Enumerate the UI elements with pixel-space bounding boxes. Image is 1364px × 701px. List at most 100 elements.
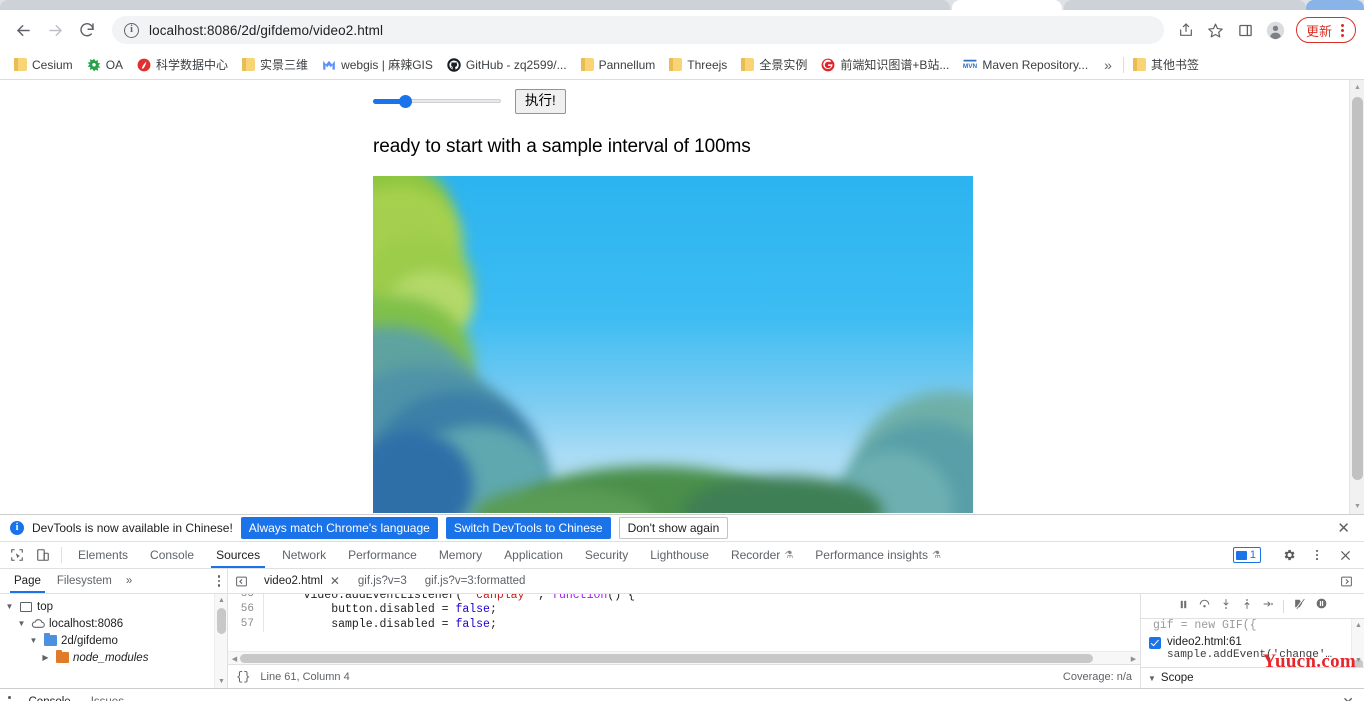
navigator-tab-filesystem[interactable]: Filesystem <box>49 569 120 593</box>
bookmark-github[interactable]: GitHub - zq2599/... <box>440 55 574 75</box>
tab-ghost[interactable] <box>0 0 950 10</box>
gear-icon[interactable] <box>1276 548 1302 562</box>
scroll-down-arrow[interactable]: ▼ <box>1350 499 1364 514</box>
page-info-icon[interactable]: i <box>124 22 139 38</box>
page-scrollbar[interactable]: ▲ ▼ <box>1349 80 1364 514</box>
step-icon[interactable] <box>1262 597 1274 615</box>
code-horizontal-scrollbar[interactable]: ◀ ▶ <box>228 651 1140 664</box>
tree-item-top[interactable]: ▼ top <box>0 598 227 615</box>
scroll-down-arrow[interactable]: ▼ <box>1352 654 1364 667</box>
tree-item-2d-gifdemo[interactable]: ▼ 2d/gifdemo <box>0 632 227 649</box>
bookmark-frontend-graph[interactable]: 前端知识图谱+B站... <box>814 53 956 76</box>
bookmark-webgis[interactable]: webgis | 麻辣GIS <box>315 53 440 76</box>
three-dot-menu-icon[interactable] <box>1333 21 1351 39</box>
scroll-up-arrow[interactable]: ▲ <box>215 594 227 607</box>
tab-performance-insights[interactable]: Performance insights ⚗ <box>804 542 952 568</box>
expand-arrow-icon[interactable]: ▼ <box>28 636 39 645</box>
tab-application[interactable]: Application <box>493 542 574 568</box>
bookmark-pannellum[interactable]: Pannellum <box>574 55 663 75</box>
navigator-more-options-icon[interactable] <box>211 569 228 593</box>
star-icon[interactable] <box>1202 16 1230 44</box>
step-out-icon[interactable] <box>1241 597 1253 615</box>
file-tree-scrollbar[interactable]: ▲ ▼ <box>214 594 227 688</box>
address-bar[interactable]: i localhost:8086/2d/gifdemo/video2.html <box>112 16 1164 44</box>
inspect-element-icon[interactable] <box>4 542 30 568</box>
show-debugger-icon[interactable] <box>1333 575 1360 588</box>
tree-item-localhost[interactable]: ▼ localhost:8086 <box>0 615 227 632</box>
code-lines[interactable]: 55 video.addEventListener( 'canplay' , f… <box>228 594 1140 651</box>
editor-tab-gifjs[interactable]: gif.js?v=3 <box>349 569 416 593</box>
drawer-tab-issues[interactable]: Issues <box>81 689 134 701</box>
bookmark-cesium[interactable]: Cesium <box>7 55 80 75</box>
tab-recorder[interactable]: Recorder ⚗ <box>720 542 804 568</box>
drawer-close-icon[interactable]: ✕ <box>1332 689 1364 701</box>
bookmarks-overflow-button[interactable]: » <box>1095 57 1121 73</box>
bookmark-oa[interactable]: OA <box>80 55 130 75</box>
tab-active-ghost[interactable] <box>952 0 1062 10</box>
deactivate-breakpoints-icon[interactable] <box>1293 597 1306 615</box>
tab-security[interactable]: Security <box>574 542 639 568</box>
pause-icon[interactable] <box>1178 597 1189 615</box>
code-editor[interactable]: 55 video.addEventListener( 'canplay' , f… <box>228 594 1140 688</box>
pause-on-exceptions-icon[interactable] <box>1315 597 1328 615</box>
bookmark-threejs[interactable]: Threejs <box>662 55 734 75</box>
scrollbar-thumb[interactable] <box>240 654 1093 663</box>
scroll-down-arrow[interactable]: ▼ <box>215 675 227 688</box>
step-over-icon[interactable] <box>1198 597 1211 615</box>
forward-button[interactable] <box>40 15 70 45</box>
tab-ghost-2[interactable] <box>1064 0 1306 10</box>
tab-performance[interactable]: Performance <box>337 542 428 568</box>
tree-item-node-modules[interactable]: ▶ node_modules <box>0 649 227 666</box>
tab-elements[interactable]: Elements <box>67 542 139 568</box>
drawer-tab-console[interactable]: Console <box>19 689 81 701</box>
slider-thumb[interactable] <box>399 95 412 109</box>
device-toolbar-icon[interactable] <box>30 542 56 568</box>
sample-interval-slider[interactable] <box>373 93 501 109</box>
tab-lighthouse[interactable]: Lighthouse <box>639 542 720 568</box>
editor-tab-video2-html[interactable]: video2.html ✕ <box>255 569 349 593</box>
expand-arrow-icon[interactable]: ▼ <box>16 619 27 628</box>
share-icon[interactable] <box>1172 16 1200 44</box>
scroll-right-arrow[interactable]: ▶ <box>1127 652 1140 665</box>
debugger-scrollbar[interactable]: ▲ ▼ <box>1351 619 1364 667</box>
close-icon[interactable]: ✕ <box>1333 519 1354 537</box>
navigator-tab-page[interactable]: Page <box>6 569 49 593</box>
step-into-icon[interactable] <box>1220 597 1232 615</box>
scrollbar-thumb[interactable] <box>217 608 226 634</box>
tab-network[interactable]: Network <box>271 542 337 568</box>
show-navigator-icon[interactable] <box>228 569 255 593</box>
close-icon[interactable]: ✕ <box>330 574 340 588</box>
reload-button[interactable] <box>72 15 102 45</box>
breakpoint-checkbox[interactable] <box>1149 637 1161 649</box>
message-count-badge[interactable]: 1 <box>1232 547 1261 563</box>
profile-avatar-icon[interactable] <box>1262 16 1290 44</box>
navigator-overflow-button[interactable]: » <box>120 569 138 593</box>
video-preview[interactable] <box>373 175 973 513</box>
execute-button[interactable]: 执行! <box>515 89 566 114</box>
always-match-language-button[interactable]: Always match Chrome's language <box>240 517 438 539</box>
dont-show-again-button[interactable]: Don't show again <box>618 517 729 539</box>
scroll-up-arrow[interactable]: ▲ <box>1352 619 1364 632</box>
side-panel-icon[interactable] <box>1232 16 1260 44</box>
collapse-arrow-icon[interactable]: ▶ <box>40 653 51 662</box>
back-button[interactable] <box>8 15 38 45</box>
bookmark-panorama-examples[interactable]: 全景实例 <box>734 53 814 76</box>
expand-arrow-icon[interactable]: ▼ <box>4 602 15 611</box>
close-icon[interactable] <box>1332 549 1358 562</box>
expand-arrow-icon[interactable]: ▼ <box>1148 674 1156 683</box>
bookmark-science-data-center[interactable]: 科学数据中心 <box>130 53 235 76</box>
tab-sources[interactable]: Sources <box>205 542 271 568</box>
scrollbar-thumb[interactable] <box>1352 97 1363 480</box>
bookmark-maven-repository[interactable]: MVN Maven Repository... <box>956 55 1095 75</box>
update-button[interactable]: 更新 <box>1295 17 1356 43</box>
scroll-up-arrow[interactable]: ▲ <box>1350 80 1364 95</box>
tab-ghost-3[interactable] <box>1306 0 1364 10</box>
bookmark-other-bookmarks[interactable]: 其他书签 <box>1126 53 1206 76</box>
tab-console[interactable]: Console <box>139 542 205 568</box>
editor-tab-gifjs-formatted[interactable]: gif.js?v=3:formatted <box>416 569 535 593</box>
pretty-print-icon[interactable]: {} <box>236 670 250 684</box>
switch-to-chinese-button[interactable]: Switch DevTools to Chinese <box>445 517 611 539</box>
drawer-more-tools-icon[interactable] <box>0 689 19 701</box>
bookmark-real-scene-3d[interactable]: 实景三维 <box>235 53 315 76</box>
breakpoint-item[interactable]: video2.html:61 sample.addEvent('change'… <box>1141 632 1364 661</box>
